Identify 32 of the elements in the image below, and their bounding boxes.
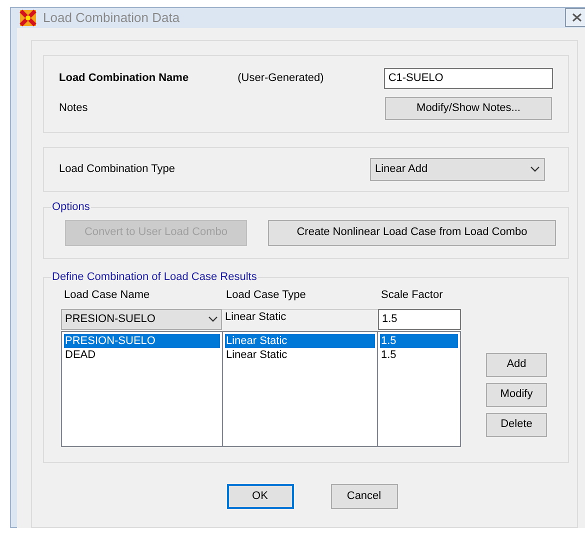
close-icon: [572, 13, 582, 22]
dialog-button[interactable]: Cancel: [330, 484, 398, 508]
column-header: Scale Factor: [380, 288, 444, 304]
notes-label: Notes: [59, 100, 89, 116]
chevron-down-icon: [530, 166, 540, 172]
list-cell[interactable]: DEAD: [64, 348, 220, 362]
dialog-button[interactable]: OK: [226, 484, 294, 508]
list-cell[interactable]: PRESION-SUELO: [64, 334, 220, 348]
field-label: Load Combination Name: [59, 70, 190, 86]
window-title: Load Combination Data: [43, 9, 180, 27]
list-cell[interactable]: Linear Static: [225, 334, 375, 348]
list-cell[interactable]: Linear Static: [225, 348, 375, 362]
source-label: (User-Generated): [238, 70, 325, 86]
list-cell[interactable]: 1.5: [380, 334, 458, 348]
type-label: Load Combination Type: [59, 162, 176, 177]
column-header: Load Case Type: [225, 288, 307, 304]
options-group-title: Options: [51, 200, 91, 214]
list-action-button[interactable]: Add: [486, 352, 547, 376]
chevron-down-icon: [208, 316, 218, 322]
column-header: Load Case Name: [63, 288, 151, 304]
list-action-button[interactable]: Delete: [486, 412, 547, 436]
modify-notes-button[interactable]: Modify/Show Notes...: [385, 96, 552, 120]
app-logo-icon: [19, 8, 37, 27]
scale-factor-input[interactable]: 1.5: [378, 308, 461, 330]
name-input[interactable]: C1-SUELO: [384, 68, 553, 88]
type-dropdown[interactable]: Linear Add: [370, 158, 545, 180]
list-action-button[interactable]: Modify: [486, 382, 547, 406]
option-button[interactable]: Create Nonlinear Load Case from Load Combo: [268, 220, 556, 246]
close-button[interactable]: [565, 8, 585, 28]
case-name-dropdown[interactable]: PRESION-SUELO: [61, 308, 222, 330]
define-group-title: Define Combination of Load Case Results: [51, 270, 258, 284]
list-cell[interactable]: 1.5: [380, 348, 458, 362]
